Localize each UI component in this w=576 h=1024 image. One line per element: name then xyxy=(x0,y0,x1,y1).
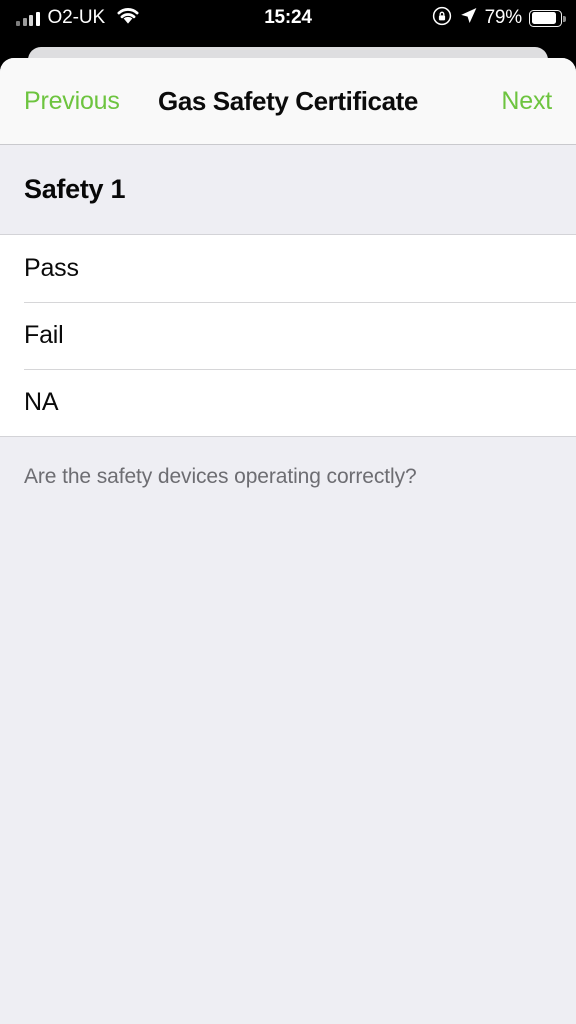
option-row-fail[interactable]: Fail xyxy=(0,302,576,369)
status-bar-right: 79% xyxy=(432,0,566,36)
modal-sheet: Previous Gas Safety Certificate Next Saf… xyxy=(0,58,576,1024)
rotation-lock-icon xyxy=(432,6,452,31)
option-label: Fail xyxy=(24,321,64,349)
battery-icon xyxy=(529,9,566,27)
form-body: Safety 1 Pass Fail NA Are the safety dev… xyxy=(0,145,576,1024)
battery-percent-label: 79% xyxy=(484,7,523,28)
option-label: Pass xyxy=(24,254,79,282)
phone-screen: O2-UK 15:24 79% Previous Gas Safety Cert… xyxy=(0,0,576,1024)
next-button[interactable]: Next xyxy=(501,58,552,145)
option-row-na[interactable]: NA xyxy=(0,369,576,436)
section-footer-text: Are the safety devices operating correct… xyxy=(24,465,417,488)
option-row-pass[interactable]: Pass xyxy=(0,235,576,302)
battery-fill xyxy=(531,12,557,24)
page-title: Gas Safety Certificate xyxy=(158,86,418,116)
section-footer: Are the safety devices operating correct… xyxy=(0,437,576,491)
section-header-safety-1: Safety 1 xyxy=(0,145,576,235)
option-label: NA xyxy=(24,388,59,416)
options-table: Pass Fail NA xyxy=(0,235,576,436)
location-arrow-icon xyxy=(459,6,478,30)
status-bar: O2-UK 15:24 79% xyxy=(0,0,576,36)
navigation-bar: Previous Gas Safety Certificate Next xyxy=(0,58,576,145)
